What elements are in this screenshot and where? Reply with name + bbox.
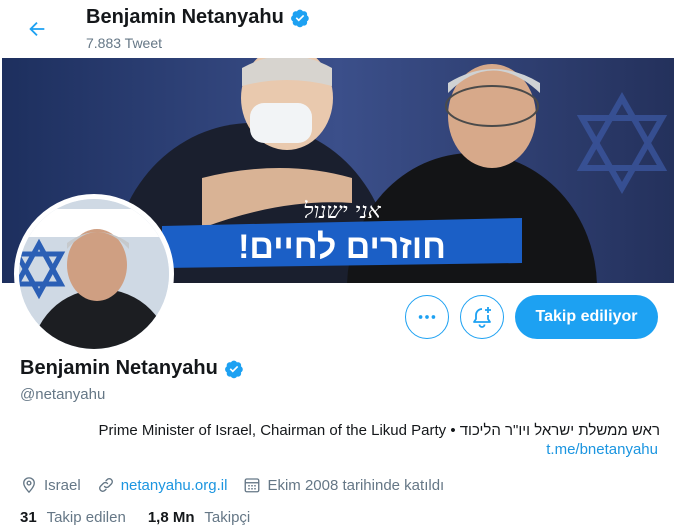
joined-text: Ekim 2008 tarihinde katıldı <box>267 476 445 494</box>
followers-label: Takipçi <box>204 509 251 526</box>
tweet-count: 7.883 Tweet <box>86 35 163 51</box>
profile-meta: Israel netanyahu.org.il Ekim 2008 tarihi… <box>20 474 460 496</box>
link-icon <box>98 478 113 492</box>
following-stat[interactable]: 31 Takip edilen <box>20 509 126 526</box>
profile-bio: Prime Minister of Israel, Chairman of th… <box>98 422 660 439</box>
header-title: Benjamin Netanyahu <box>86 6 310 29</box>
profile-stats: 31 Takip edilen 1,8 Mn Takipçi <box>20 509 272 526</box>
following-label: Takip edilen <box>46 509 126 526</box>
profile-avatar[interactable] <box>14 194 174 354</box>
profile-handle: @netanyahu <box>20 386 106 403</box>
back-button[interactable] <box>20 12 54 46</box>
meta-website[interactable]: netanyahu.org.il <box>97 476 228 494</box>
profile-name: Benjamin Netanyahu <box>20 357 244 380</box>
banner-handwriting: אני ישנול <box>303 199 381 224</box>
notifications-button[interactable] <box>460 295 504 339</box>
calendar-icon <box>245 478 260 493</box>
verified-badge-icon <box>224 360 243 378</box>
verified-badge-icon <box>290 9 309 27</box>
bell-plus-icon <box>473 307 491 328</box>
location-text: Israel <box>44 476 81 494</box>
meta-joined: Ekim 2008 tarihinde katıldı <box>243 476 444 494</box>
more-dots-icon <box>418 315 436 319</box>
following-button[interactable]: Takip ediliyor <box>515 295 658 339</box>
profile-name-text: Benjamin Netanyahu <box>20 357 218 379</box>
following-count: 31 <box>20 509 37 526</box>
avatar-image <box>19 199 169 349</box>
profile-header: Benjamin Netanyahu 7.883 Tweet <box>0 0 676 58</box>
bio-link[interactable]: t.me/bnetanyahu <box>546 441 658 458</box>
followers-count: 1,8 Mn <box>147 509 195 526</box>
banner-headline: חוזרים לחיים! <box>238 228 446 266</box>
back-arrow-icon <box>29 21 45 37</box>
followers-stat[interactable]: 1,8 Mn Takipçi <box>148 509 250 526</box>
website-link[interactable]: netanyahu.org.il <box>121 477 228 494</box>
location-pin-icon <box>23 477 35 494</box>
header-name-text: Benjamin Netanyahu <box>86 6 284 28</box>
more-button[interactable] <box>405 295 449 339</box>
meta-location: Israel <box>20 476 81 494</box>
